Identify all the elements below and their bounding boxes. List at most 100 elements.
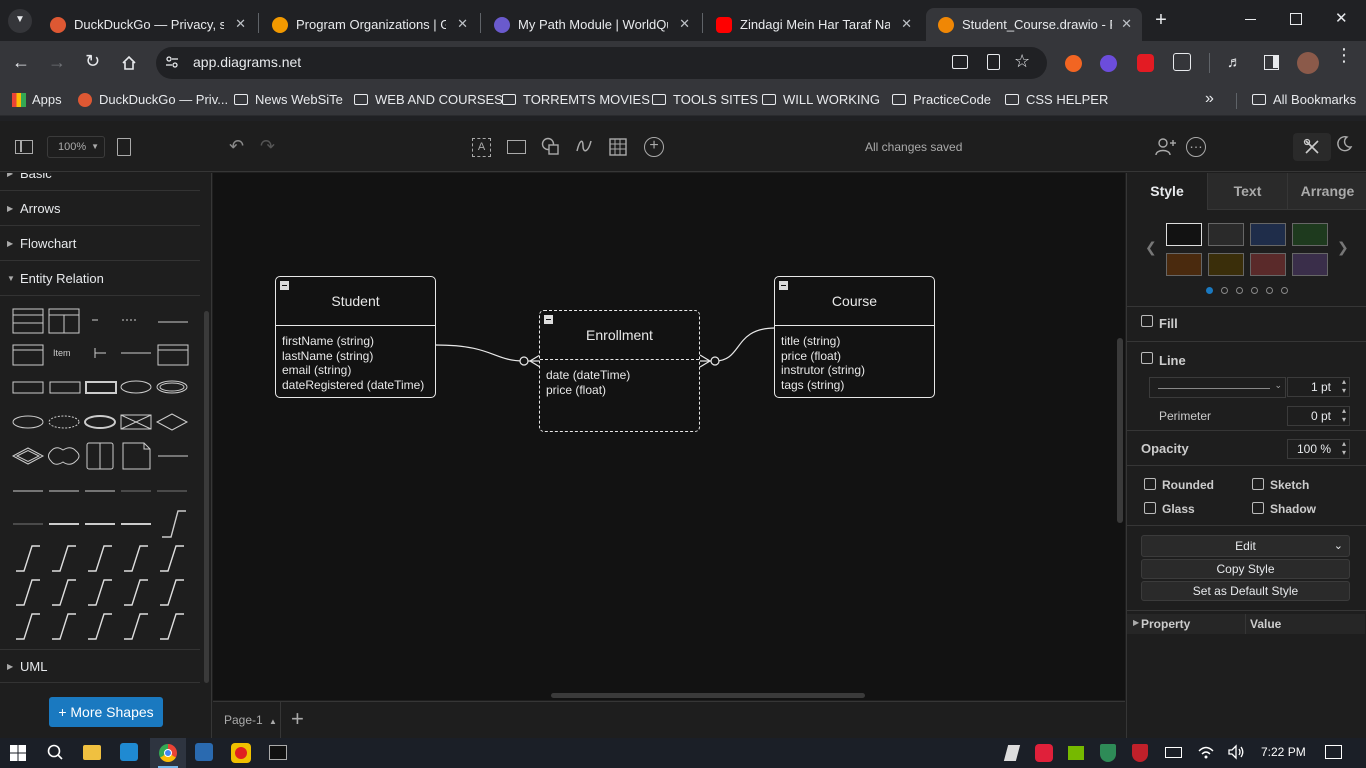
dark-mode-moon-icon[interactable] (1335, 135, 1353, 153)
collapse-icon[interactable] (544, 315, 553, 324)
bookmark-folder[interactable]: WILL WORKING (762, 92, 880, 107)
tab-text[interactable]: Text (1207, 173, 1287, 210)
forward-arrow-icon[interactable]: → (48, 52, 66, 73)
section-uml[interactable]: ▶ UML (0, 649, 200, 683)
home-icon[interactable] (121, 55, 137, 70)
bookmark-item[interactable]: DuckDuckGo — Priv... (78, 92, 228, 107)
table-tool-icon[interactable] (609, 138, 627, 156)
antivirus-icon[interactable] (1132, 744, 1148, 762)
shapes-tool-icon[interactable] (541, 137, 559, 155)
opacity-input[interactable]: 100 % (1287, 439, 1350, 459)
bookmark-folder[interactable]: TOOLS SITES (652, 92, 758, 107)
close-tab-icon[interactable]: ✕ (901, 16, 912, 32)
color-swatch[interactable] (1292, 253, 1328, 276)
bookmark-folder[interactable]: News WebSiTe (234, 92, 343, 107)
security-shield-icon[interactable] (1100, 744, 1116, 762)
color-swatch[interactable] (1166, 253, 1202, 276)
section-entity-relation[interactable]: ▼ Entity Relation (0, 262, 200, 296)
color-swatch[interactable] (1292, 223, 1328, 246)
section-basic[interactable]: ▶ Basic (0, 173, 200, 191)
horizontal-scrollbar[interactable] (551, 693, 865, 698)
rss-extension-icon[interactable] (1065, 55, 1082, 72)
battery-icon[interactable] (1165, 747, 1182, 758)
diagram-canvas[interactable]: Student firstName (string) lastName (str… (213, 173, 1125, 700)
bookmark-folder[interactable]: PracticeCode (892, 92, 991, 107)
line-checkbox[interactable] (1141, 352, 1153, 364)
browser-tab[interactable]: Program Organizations | Go ✕ (260, 8, 478, 41)
section-flowchart[interactable]: ▶ Flowchart (0, 227, 200, 261)
close-tab-icon[interactable]: ✕ (1121, 16, 1132, 32)
swatch-prev-arrow[interactable]: ❮ (1145, 239, 1157, 256)
vscode-icon[interactable] (120, 743, 138, 761)
recorder-icon[interactable] (231, 743, 251, 763)
volume-icon[interactable] (1227, 743, 1247, 763)
course-entity[interactable]: Course title (string) price (float) inst… (774, 276, 935, 398)
browser-tab[interactable]: DuckDuckGo — Privacy, simp ✕ (38, 8, 256, 41)
page-format-icon[interactable] (117, 138, 131, 156)
browser-tab[interactable]: Zindagi Mein Har Taraf Na-K ✕ (704, 8, 922, 41)
line-width-input[interactable]: 1 pt (1287, 377, 1350, 397)
page-tab[interactable]: Page-1 ▲ (213, 702, 281, 738)
fill-checkbox[interactable] (1141, 315, 1153, 327)
add-page-button[interactable]: + (291, 706, 304, 732)
reload-icon[interactable]: ↻ (85, 51, 100, 72)
wifi-icon[interactable] (1197, 743, 1217, 763)
extensions-puzzle-icon[interactable] (1173, 53, 1191, 71)
collapse-icon[interactable] (280, 281, 289, 290)
vertical-scrollbar[interactable] (1117, 338, 1123, 523)
color-swatch[interactable] (1250, 223, 1286, 246)
close-tab-icon[interactable]: ✕ (679, 16, 690, 32)
glass-checkbox[interactable] (1144, 502, 1156, 514)
tab-search-button[interactable]: ▼ (8, 9, 32, 33)
app-icon[interactable] (195, 743, 213, 761)
windows-start-icon[interactable] (10, 745, 26, 761)
set-default-style-button[interactable]: Set as Default Style (1141, 581, 1350, 601)
file-explorer-icon[interactable] (83, 745, 101, 760)
side-panel-icon[interactable] (1264, 55, 1279, 70)
close-window-button[interactable]: ✕ (1335, 9, 1348, 27)
terminal-icon[interactable] (269, 745, 287, 760)
more-bookmarks-button[interactable]: » (1205, 90, 1214, 108)
sidebar-scrollbar[interactable] (204, 311, 209, 683)
shadow-checkbox[interactable] (1252, 502, 1264, 514)
rectangle-tool-icon[interactable] (507, 140, 526, 154)
compass-extension-icon[interactable] (1100, 55, 1117, 72)
collapse-icon[interactable] (779, 281, 788, 290)
toggle-sidebar-icon[interactable] (15, 140, 33, 154)
sketch-checkbox[interactable] (1252, 478, 1264, 490)
edit-style-select[interactable]: Edit ⌄ (1141, 535, 1350, 557)
close-tab-icon[interactable]: ✕ (457, 16, 468, 32)
entity-relation-shape-palette[interactable] (8, 301, 192, 641)
enrollment-entity[interactable]: Enrollment date (dateTime) price (float) (539, 310, 700, 432)
more-shapes-button[interactable]: + More Shapes (49, 697, 163, 727)
clock-time[interactable]: 7:22 PM (1261, 745, 1306, 759)
copy-style-button[interactable]: Copy Style (1141, 559, 1350, 579)
install-app-icon[interactable] (952, 55, 968, 69)
color-swatch[interactable] (1166, 223, 1202, 246)
new-tab-button[interactable]: + (1150, 9, 1172, 31)
search-icon[interactable] (46, 743, 66, 763)
student-entity[interactable]: Student firstName (string) lastName (str… (275, 276, 436, 398)
color-swatch[interactable] (1250, 253, 1286, 276)
tray-app-icon[interactable] (1003, 745, 1021, 761)
browser-tab[interactable]: My Path Module | WorldQua ✕ (482, 8, 700, 41)
tray-app-icon[interactable] (1035, 744, 1053, 762)
perimeter-input[interactable]: 0 pt (1287, 406, 1350, 426)
bookmark-item[interactable]: Apps (12, 92, 62, 107)
nvidia-icon[interactable] (1068, 746, 1084, 760)
media-control-icon[interactable]: ♬ (1227, 54, 1242, 71)
bookmark-star-icon[interactable]: ☆ (1014, 51, 1030, 72)
chrome-taskbar-active[interactable] (150, 738, 186, 768)
adblock-extension-icon[interactable] (1137, 54, 1154, 72)
chevron-right-icon[interactable]: ▶ (1133, 618, 1139, 627)
bookmark-folder[interactable]: CSS HELPER (1005, 92, 1108, 107)
browser-tab-active[interactable]: Student_Course.drawio - Pag ✕ (926, 8, 1142, 41)
profile-avatar[interactable] (1297, 52, 1319, 74)
redo-icon[interactable]: ↷ (260, 136, 275, 157)
tab-style[interactable]: Style (1127, 173, 1207, 210)
tab-arrange[interactable]: Arrange (1287, 173, 1366, 210)
share-user-icon[interactable] (1155, 137, 1177, 157)
insert-plus-icon[interactable]: + (644, 137, 664, 157)
freehand-tool-icon[interactable] (575, 137, 593, 155)
restore-button[interactable] (1290, 13, 1302, 25)
